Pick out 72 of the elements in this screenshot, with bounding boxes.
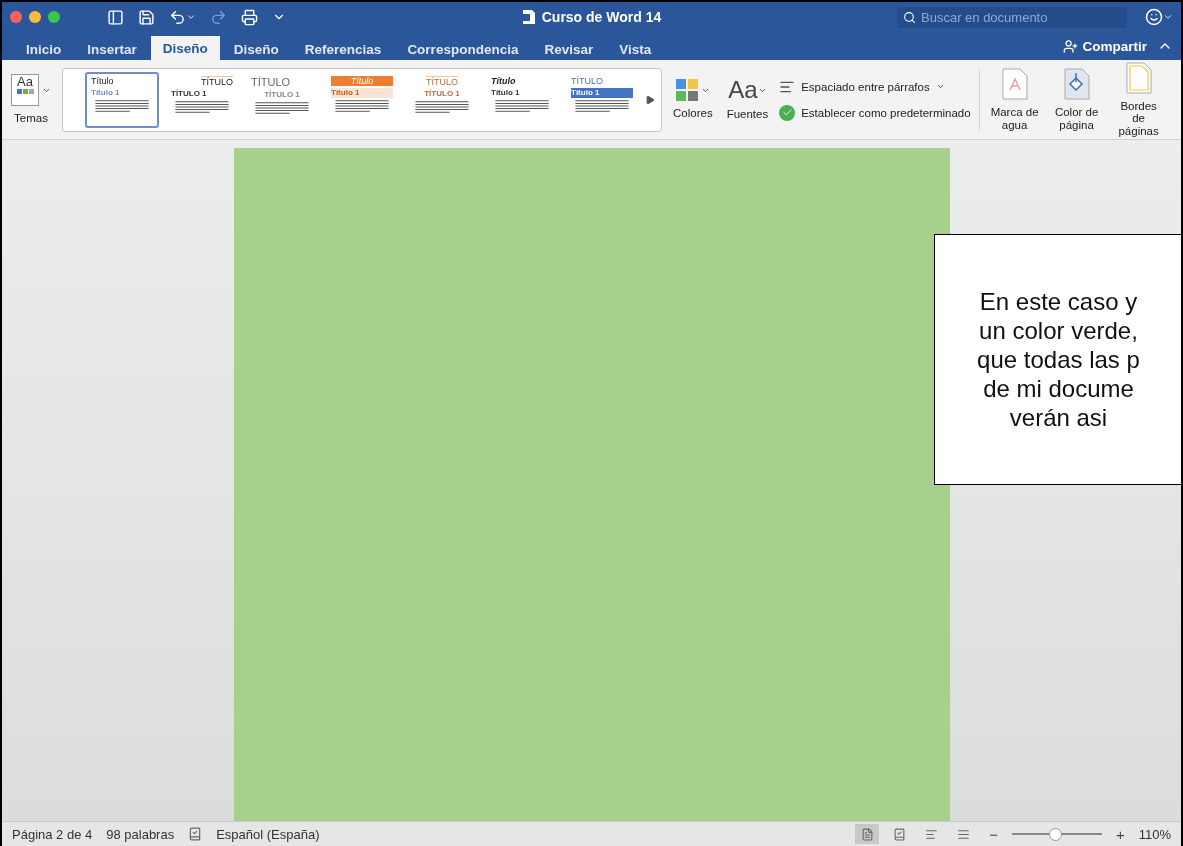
caret-icon [935,82,945,91]
document-icon [521,9,536,25]
sidebar-icon[interactable] [107,8,124,26]
style-title: TÍTULO [571,75,603,86]
word-count[interactable]: 98 palabras [106,826,175,842]
swatches-icon [16,89,34,95]
fonts-glyph: Aa [728,78,758,103]
zoom-button[interactable] [48,11,60,23]
ribbon-tab[interactable]: Inicio [14,38,74,60]
callout-text: verán asi [1009,403,1108,432]
page-count[interactable]: Página 2 de 4 [12,826,93,842]
paragraph-spacing-button[interactable]: Espaciado entre párrafos [779,78,971,95]
callout-text: que todas las p [977,345,1140,374]
style-heading: Título 1 [331,87,393,98]
zoom-thumb[interactable] [1049,827,1063,841]
ribbon-tab[interactable]: Diseño [150,36,220,60]
callout-text: un color verde, [979,316,1138,345]
window-title: Curso de Word 14 [541,9,662,25]
style-title: TÍTULO [251,75,291,88]
share-button[interactable]: Compartir [1057,37,1153,55]
themes-glyph: Aa [17,75,33,90]
style-title: Título [331,75,393,86]
zoom-out-button[interactable]: − [989,825,998,843]
proofing-icon[interactable] [188,827,203,841]
callout-text: En este caso y [979,287,1138,316]
ribbon-tab[interactable]: Correspondencia [395,38,531,60]
style-heading: Título 1 [491,87,521,98]
style-title: TÍTULO [426,75,458,87]
style-title: Título [491,75,516,86]
themes-button[interactable]: Aa Temas [8,74,54,125]
callout-text: de mi docume [983,374,1134,403]
watermark-icon [1001,67,1028,100]
view-icon [956,827,970,841]
zoom-level: 110% [1138,826,1171,842]
style-thumbnail[interactable]: Título Título 1 [85,71,159,128]
redo-icon[interactable] [210,8,227,26]
ribbon-tab[interactable]: Insertar [75,38,149,60]
view-icon [924,827,938,841]
ribbon-tab[interactable]: Referencias [292,38,394,60]
ribbon-tab[interactable]: Diseño [221,38,291,60]
print-icon[interactable] [241,8,258,26]
add-person-icon [1063,38,1079,54]
style-title: TÍTULO [201,75,233,87]
ribbon-tab[interactable]: Vista [607,38,664,60]
view-icon [860,827,874,841]
checkmark-icon [779,104,796,121]
minimize-button[interactable] [29,11,41,23]
language-label[interactable]: Español (España) [216,826,320,842]
color-swatches-icon [675,79,698,102]
style-heading: TÍTULO 1 [424,88,460,99]
search-field[interactable]: Buscar en documento [897,6,1127,28]
style-title: Título [91,75,114,86]
view-button[interactable] [855,824,880,844]
undo-icon[interactable] [169,8,196,26]
close-button[interactable] [10,11,22,23]
paint-bucket-icon [1063,67,1090,100]
style-heading: Título 1 [571,87,633,98]
more-styles-icon[interactable] [645,94,655,105]
ribbon-tab[interactable]: Revisar [532,38,606,60]
fonts-button[interactable]: Aa Fuentes [723,78,772,121]
style-heading: TÍTULO 1 [171,88,208,99]
colors-button[interactable]: Colores [670,79,716,120]
style-heading: Título 1 [91,87,121,98]
style-heading: TÍTULO 1 [264,89,300,100]
set-default-button[interactable]: Establecer como predeterminado [779,104,971,121]
smiley-icon[interactable] [1145,8,1173,26]
view-icon [892,827,906,841]
zoom-in-button[interactable]: + [1115,825,1125,843]
page-background-button[interactable]: Color de página [1049,67,1104,132]
save-icon[interactable] [138,8,155,26]
page-background-button[interactable]: Marca de agua [987,67,1042,132]
page-background-button[interactable]: Bordes de páginas [1111,61,1166,138]
